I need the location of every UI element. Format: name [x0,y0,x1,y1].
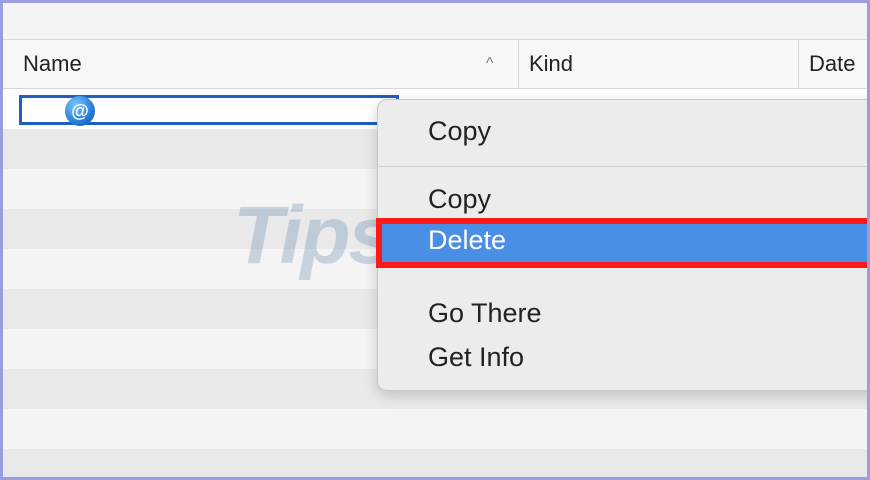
at-sign-icon: @ [65,96,95,126]
column-header: Name ^ Kind Date [3,40,867,89]
column-date-header[interactable]: Date [798,40,867,88]
menu-item-go-there[interactable]: Go There [378,292,867,334]
table-row [3,449,867,477]
column-name-header[interactable]: Name [23,40,513,88]
finder-window: Name ^ Kind Date @ TipsMake.com Copy Cop… [0,0,870,480]
menu-separator [378,166,867,167]
table-row [3,409,867,449]
toolbar [3,3,867,40]
sort-ascending-icon[interactable]: ^ [486,40,494,88]
menu-item-copy-2[interactable]: Copy [378,178,867,220]
menu-item-get-info[interactable]: Get Info [378,336,867,378]
context-menu: Copy Copy Delete Go There Get Info [376,99,867,391]
menu-item-copy[interactable]: Copy [378,110,867,152]
menu-item-delete[interactable]: Delete [376,218,867,268]
column-kind-header[interactable]: Kind [518,40,798,88]
